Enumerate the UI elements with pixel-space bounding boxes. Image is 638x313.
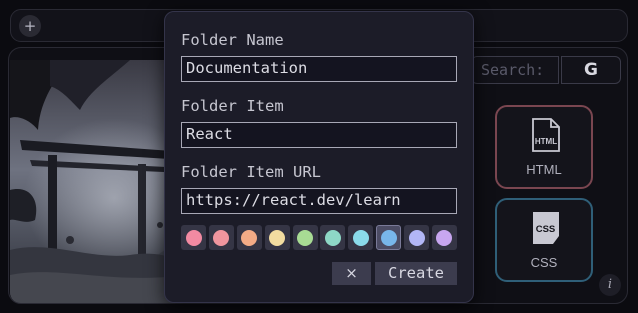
color-swatch[interactable] xyxy=(376,225,402,250)
color-swatch[interactable] xyxy=(431,225,457,250)
color-swatch[interactable] xyxy=(348,225,374,250)
folder-item-url-input[interactable]: https://react.dev/learn xyxy=(181,188,457,214)
color-dot xyxy=(241,229,258,246)
color-picker xyxy=(181,225,457,251)
search-input[interactable]: Search: xyxy=(471,56,559,84)
color-swatch[interactable] xyxy=(264,225,290,250)
color-dot xyxy=(324,229,341,246)
shortcut-css[interactable]: CSS CSS xyxy=(495,198,593,282)
color-swatch[interactable] xyxy=(292,225,318,250)
google-search-button[interactable]: G xyxy=(561,56,621,84)
color-dot xyxy=(185,229,202,246)
css-icon-text: CSS xyxy=(536,224,556,235)
color-dot xyxy=(297,229,313,246)
color-dot xyxy=(436,229,453,246)
folder-name-label: Folder Name xyxy=(181,31,284,49)
html-icon-text: HTML xyxy=(535,137,557,146)
shortcut-label: HTML xyxy=(526,162,562,177)
color-dot xyxy=(213,229,230,246)
folder-item-label: Folder Item xyxy=(181,97,284,115)
color-swatch[interactable] xyxy=(320,225,346,250)
folder-name-input[interactable]: Documentation xyxy=(181,56,457,82)
color-swatch[interactable] xyxy=(404,225,429,250)
color-swatch[interactable] xyxy=(208,225,234,250)
color-swatch[interactable] xyxy=(236,225,262,250)
new-tab-page: + Search: G HTML HTML CSS CSS i Folder N… xyxy=(0,0,638,313)
css-file-icon: CSS xyxy=(533,212,559,244)
create-button[interactable]: Create xyxy=(375,262,457,285)
create-folder-dialog: Folder Name Documentation Folder Item Re… xyxy=(164,11,474,303)
color-dot xyxy=(380,229,397,246)
html-file-icon: HTML xyxy=(532,118,560,152)
folder-item-input[interactable]: React xyxy=(181,122,457,148)
shortcut-label: CSS xyxy=(530,255,558,270)
shortcut-html[interactable]: HTML HTML xyxy=(495,105,593,189)
color-swatch[interactable] xyxy=(181,225,206,250)
cancel-button[interactable]: × xyxy=(332,262,371,285)
add-folder-button[interactable]: + xyxy=(19,15,41,37)
info-button[interactable]: i xyxy=(599,274,621,296)
color-dot xyxy=(269,229,286,246)
color-dot xyxy=(408,229,425,246)
wallpaper-image xyxy=(10,60,186,303)
folder-item-url-label: Folder Item URL xyxy=(181,163,321,181)
color-dot xyxy=(352,229,369,246)
